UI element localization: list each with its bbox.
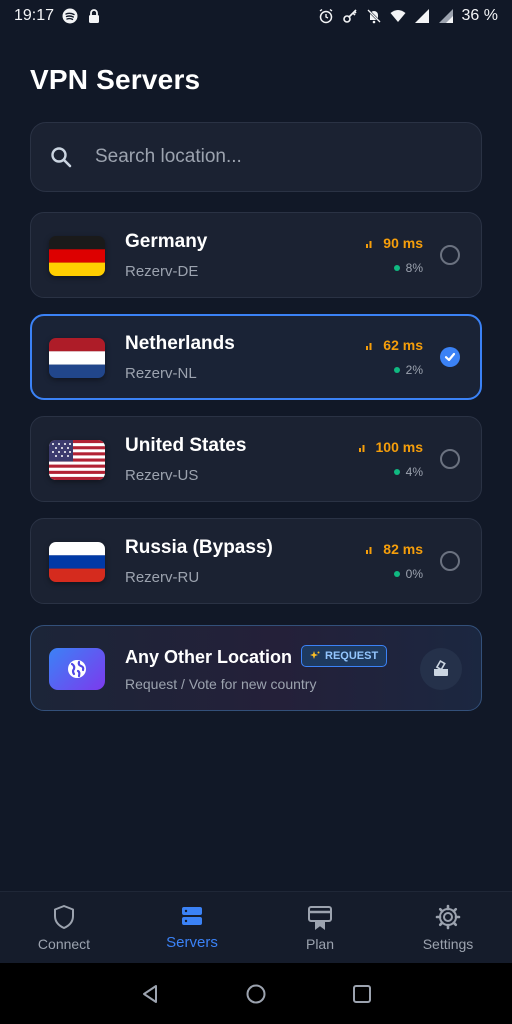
united-states-flag-icon [49,440,105,480]
request-badge: REQUEST [301,645,388,667]
load-value: 8% [405,261,423,275]
mute-icon [366,9,381,24]
request-badge-label: REQUEST [325,650,379,662]
plan-icon [308,906,332,930]
signal-bars-icon [366,240,372,248]
sparkle-icon [310,651,320,659]
server-card-russia[interactable]: Russia (Bypass) Rezerv-RU 82 ms 0% [30,518,482,604]
server-id: Rezerv-DE [125,263,199,280]
server-name: United States [125,435,247,456]
server-card-united-states[interactable]: United States Rezerv-US 100 ms 4% [30,416,482,502]
status-time: 19:17 [14,7,55,24]
ping-value: 100 ms [375,439,423,455]
search-bar[interactable] [30,122,482,192]
server-id: Rezerv-US [125,467,199,484]
globe-icon [49,648,105,690]
selected-check-icon[interactable] [440,347,460,367]
server-id: Rezerv-RU [125,569,200,586]
ping-value: 90 ms [383,235,423,251]
load-value: 4% [405,465,423,479]
ping-value: 82 ms [383,541,423,557]
select-radio[interactable] [440,245,460,265]
recents-icon[interactable] [351,983,373,1005]
nav-connect-label: Connect [37,936,91,952]
server-name: Russia (Bypass) [125,537,273,558]
ping-indicator: 82 ms [366,541,423,557]
ping-value: 62 ms [383,337,423,353]
bottom-nav: Connect Servers Plan Settings [0,891,512,963]
gear-icon [435,904,461,930]
load-indicator: 0% [393,567,423,581]
search-input[interactable] [95,146,435,168]
load-indicator: 2% [393,363,423,377]
key-icon [342,9,357,23]
load-value: 2% [405,363,423,377]
nav-settings[interactable]: Settings [384,892,512,963]
nav-servers[interactable]: Servers [128,892,256,963]
load-indicator: 8% [393,261,423,275]
status-dot-icon [393,265,400,271]
page-title: VPN Servers [30,64,201,95]
wifi-icon [390,10,406,22]
load-indicator: 4% [393,465,423,479]
other-location-card[interactable]: Any Other Location REQUEST Request / Vot… [30,625,482,711]
other-location-subtitle: Request / Vote for new country [125,676,317,692]
signal-icon [414,9,429,23]
server-id: Rezerv-NL [125,365,197,382]
back-icon[interactable] [139,983,161,1005]
status-bar: 19:17 36 % [0,0,512,32]
nav-plan[interactable]: Plan [256,892,384,963]
status-dot-icon [393,469,400,475]
home-icon[interactable] [245,983,267,1005]
lock-icon [89,9,100,23]
netherlands-flag-icon [49,338,105,378]
search-icon [51,147,72,168]
signal-bars-icon [366,546,372,554]
nav-plan-label: Plan [305,936,335,952]
nav-servers-label: Servers [166,934,218,951]
shield-icon [54,905,74,929]
server-card-germany[interactable]: Germany Rezerv-DE 90 ms 8% [30,212,482,298]
signal-roaming-icon [438,9,453,23]
status-dot-icon [393,571,400,577]
server-name: Germany [125,231,208,252]
signal-bars-icon [366,342,372,350]
server-name: Netherlands [125,333,235,354]
other-location-title: Any Other Location [125,647,293,667]
vote-button[interactable] [420,648,462,690]
russia-flag-icon [49,542,105,582]
servers-icon [182,907,202,925]
load-value: 0% [405,567,423,581]
alarm-icon [319,8,332,24]
system-nav-bar [0,963,512,1024]
status-dot-icon [393,367,400,373]
spotify-icon [62,8,78,24]
nav-connect[interactable]: Connect [0,892,128,963]
ping-indicator: 62 ms [366,337,423,353]
select-radio[interactable] [440,449,460,469]
nav-settings-label: Settings [422,936,474,952]
battery-level: 36 % [461,7,498,24]
signal-bars-icon [358,444,365,452]
select-radio[interactable] [440,551,460,571]
ballot-box-icon [434,659,448,676]
ping-indicator: 100 ms [358,439,423,455]
germany-flag-icon [49,236,105,276]
ping-indicator: 90 ms [366,235,423,251]
server-card-netherlands[interactable]: Netherlands Rezerv-NL 62 ms 2% [30,314,482,400]
